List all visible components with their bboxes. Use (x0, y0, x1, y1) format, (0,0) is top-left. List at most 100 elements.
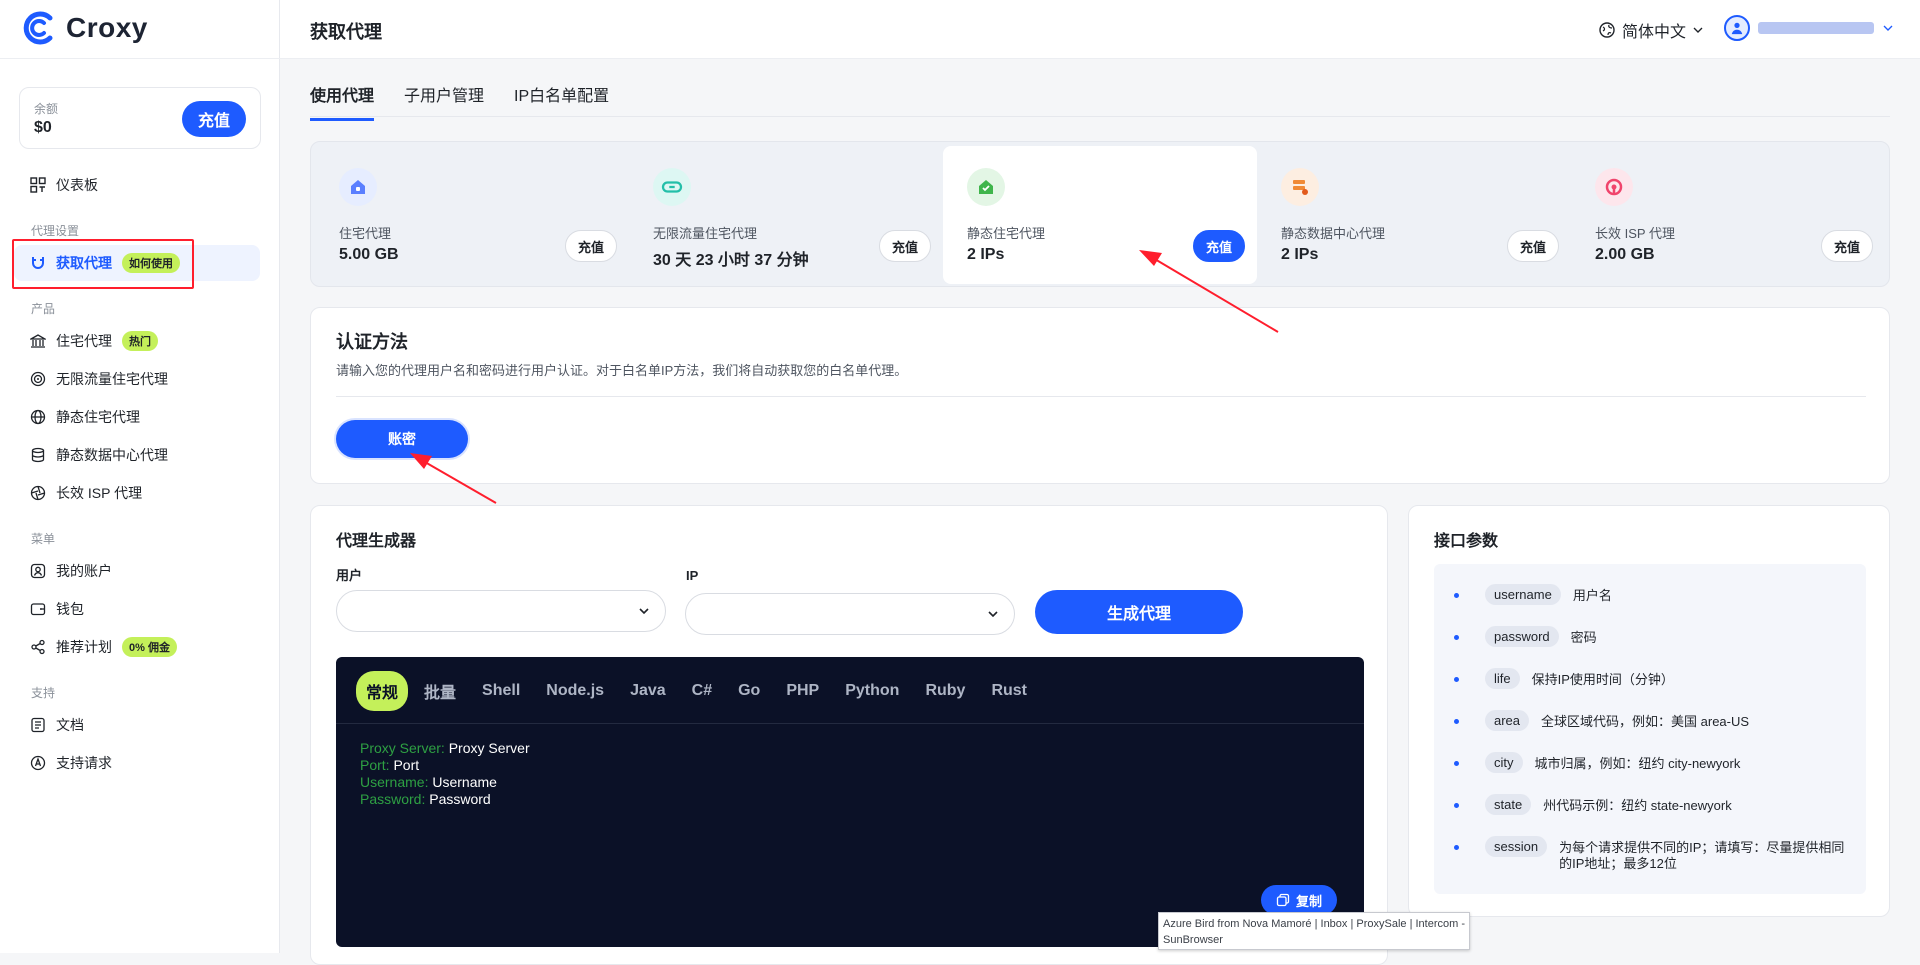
target-icon (30, 371, 46, 387)
copy-label: 复制 (1295, 893, 1322, 909)
product-value: 30 天 23 小时 37 分钟 (653, 252, 809, 269)
section-proxy-settings: 代理设置 (31, 224, 80, 238)
code-tab-csharp[interactable]: C# (682, 674, 722, 708)
list-item: state 州代码示例：纽约 state-newyork (1454, 794, 1732, 815)
recharge-button[interactable]: 充值 (565, 230, 617, 262)
code-output[interactable]: Proxy Server: Proxy Server Port: Port Us… (360, 740, 530, 808)
sidebar-item-label: 长效 ISP 代理 (56, 485, 143, 501)
logo[interactable]: Croxy (22, 10, 148, 46)
chevron-down-icon (1883, 25, 1893, 31)
code-panel: 常规 批量 Shell Node.js Java C# Go PHP Pytho… (336, 657, 1364, 947)
section-menu: 菜单 (31, 532, 56, 546)
proxy-generator-card: 代理生成器 用户 IP 生成代理 常规 批量 Shell Node.js Jav… (310, 505, 1388, 965)
commission-badge: 0% 佣金 (122, 637, 177, 657)
code-tab-java[interactable]: Java (620, 674, 676, 708)
divider (0, 58, 280, 59)
copy-icon (1276, 893, 1290, 907)
browser-tooltip: Azure Bird from Nova Mamoré | Inbox | Pr… (1158, 912, 1470, 950)
sidebar-item-label: 我的账户 (56, 563, 112, 579)
product-name: 静态数据中心代理 (1281, 226, 1386, 241)
code-tab-general[interactable]: 常规 (356, 671, 409, 711)
sidebar-item-dashboard[interactable]: 仪表板 (14, 167, 260, 203)
code-tab-nodejs[interactable]: Node.js (536, 674, 614, 708)
bank-icon (30, 334, 46, 348)
code-tab-php[interactable]: PHP (776, 674, 829, 708)
product-card-isp: 长效 ISP 代理 2.00 GB 充值 (1571, 146, 1885, 284)
list-item: session 为每个请求提供不同的IP；请填写：尽量提供相同的IP地址；最多12… (1454, 836, 1849, 872)
code-line: Port: Port (360, 757, 420, 773)
magnet-icon (32, 257, 44, 269)
sidebar-item-unlimited[interactable]: 无限流量住宅代理 (14, 361, 260, 397)
database-icon (31, 447, 45, 463)
page-title: 获取代理 (310, 22, 382, 42)
globe-icon (30, 409, 46, 425)
sidebar-item-wallet[interactable]: 钱包 (14, 591, 260, 627)
auth-description: 请输入您的代理用户名和密码进行用户认证。对于白名单IP方法，我们将自动获取您的白… (336, 363, 908, 378)
chevron-down-icon (1693, 27, 1703, 33)
language-label: 简体中文 (1622, 24, 1687, 41)
language-selector[interactable]: 简体中文 (1598, 18, 1704, 42)
sidebar-item-docs[interactable]: 文档 (14, 707, 260, 743)
code-tab-shell[interactable]: Shell (472, 674, 530, 708)
generate-proxy-button[interactable]: 生成代理 (1035, 590, 1243, 634)
ip-field-label: IP (686, 568, 699, 583)
product-value: 2 IPs (967, 246, 1005, 263)
product-value: 5.00 GB (339, 246, 399, 263)
code-tab-batch[interactable]: 批量 (414, 671, 466, 711)
product-card-residential: 住宅代理 5.00 GB 充值 (315, 146, 629, 284)
product-value: 2.00 GB (1595, 246, 1655, 263)
share-icon (31, 639, 45, 655)
top-bar: 获取代理 简体中文 (280, 0, 1920, 59)
code-tab-go[interactable]: Go (728, 674, 770, 708)
chevron-down-icon (639, 608, 649, 615)
document-icon (31, 717, 45, 733)
sidebar-item-static-residential[interactable]: 静态住宅代理 (14, 399, 260, 435)
sidebar-item-label: 静态数据中心代理 (56, 447, 168, 463)
sidebar-item-referral[interactable]: 推荐计划 0% 佣金 (14, 629, 260, 665)
sidebar-item-isp[interactable]: 长效 ISP 代理 (14, 475, 260, 511)
list-item: username 用户名 (1454, 584, 1612, 605)
product-name: 住宅代理 (339, 226, 392, 241)
sidebar-item-label: 获取代理 (56, 255, 112, 271)
section-products: 产品 (31, 302, 56, 316)
recharge-button[interactable]: 充值 (1507, 230, 1559, 262)
code-language-tabs: 常规 批量 Shell Node.js Java C# Go PHP Pytho… (356, 671, 1037, 711)
recharge-button[interactable]: 充值 (1821, 230, 1873, 262)
server-icon (1281, 168, 1319, 206)
sidebar-item-label: 无限流量住宅代理 (56, 371, 168, 387)
code-tab-ruby[interactable]: Ruby (915, 674, 975, 708)
aperture-icon (30, 485, 46, 501)
croxy-logo-icon (23, 11, 53, 45)
copy-button[interactable]: 复制 (1261, 885, 1337, 915)
product-strip: 住宅代理 5.00 GB 充值 无限流量住宅代理 30 天 23 小时 37 分… (310, 141, 1890, 287)
list-item: life 保持IP使用时间（分钟） (1454, 668, 1674, 689)
sidebar-item-support-request[interactable]: 支持请求 (14, 745, 260, 781)
sidebar-item-my-account[interactable]: 我的账户 (14, 553, 260, 589)
sidebar-item-residential[interactable]: 住宅代理 热门 (14, 323, 260, 359)
signal-icon (1595, 168, 1633, 206)
globe-icon (1599, 22, 1615, 38)
sidebar-item-label: 静态住宅代理 (56, 409, 140, 425)
product-name: 无限流量住宅代理 (653, 226, 758, 241)
user-menu[interactable] (1724, 15, 1894, 41)
sidebar-item-get-proxy[interactable]: 获取代理 如何使用 (14, 245, 260, 281)
sidebar-item-label: 文档 (56, 717, 84, 733)
auth-method-card: 认证方法 请输入您的代理用户名和密码进行用户认证。对于白名单IP方法，我们将自动… (310, 307, 1890, 484)
user-pass-auth-button[interactable]: 账密 (336, 420, 468, 458)
sidebar-item-static-datacenter[interactable]: 静态数据中心代理 (14, 437, 260, 473)
recharge-button[interactable]: 充值 (879, 230, 931, 262)
user-select[interactable] (336, 590, 666, 632)
ip-select[interactable] (685, 593, 1015, 635)
recharge-button[interactable]: 充值 (1193, 230, 1245, 262)
generator-title: 代理生成器 (336, 533, 417, 550)
avatar (1724, 15, 1750, 41)
balance-value: $0 (34, 119, 52, 136)
wallet-icon (30, 603, 46, 616)
divider (336, 723, 1364, 724)
code-tab-python[interactable]: Python (835, 674, 909, 708)
code-tab-rust[interactable]: Rust (981, 674, 1037, 708)
how-to-use-badge[interactable]: 如何使用 (122, 253, 180, 273)
recharge-button[interactable]: 充值 (182, 101, 246, 137)
sidebar-item-label: 住宅代理 (56, 333, 112, 349)
list-item: area 全球区域代码，例如：美国 area-US (1454, 710, 1749, 731)
